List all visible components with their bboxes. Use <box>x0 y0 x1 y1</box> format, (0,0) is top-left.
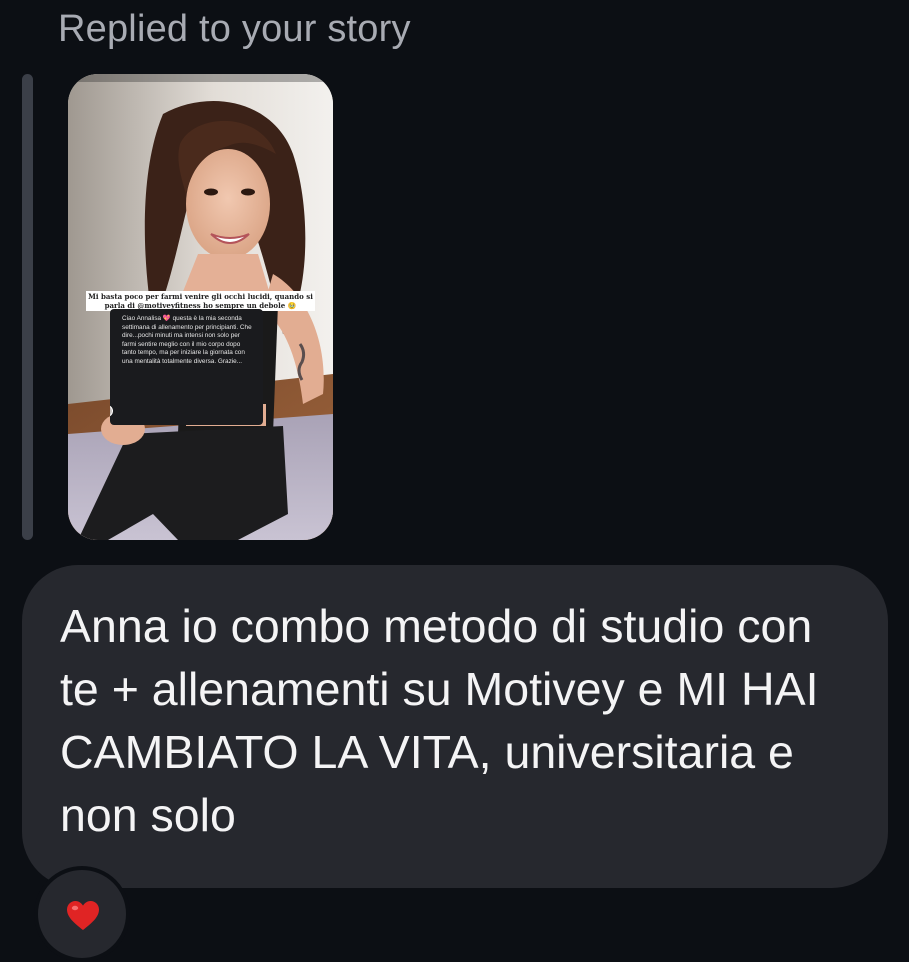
reply-indicator-bar <box>22 74 33 540</box>
message-bubble[interactable]: Anna io combo metodo di studio con te + … <box>22 565 888 888</box>
reaction-badge[interactable] <box>34 866 130 962</box>
reply-label: Replied to your story <box>58 8 411 50</box>
story-preview[interactable]: Mi basta poco per farmi venire gli occhi… <box>68 74 333 540</box>
story-quote-text: Ciao Annalisa 💖 questa è la mia seconda … <box>122 315 252 365</box>
heart-icon <box>67 901 99 930</box>
story-caption: Mi basta poco per farmi venire gli occhi… <box>86 291 315 311</box>
quote-avatar <box>110 405 113 417</box>
story-quote-card: Ciao Annalisa 💖 questa è la mia seconda … <box>110 309 263 425</box>
message-text: Anna io combo metodo di studio con te + … <box>60 600 819 841</box>
